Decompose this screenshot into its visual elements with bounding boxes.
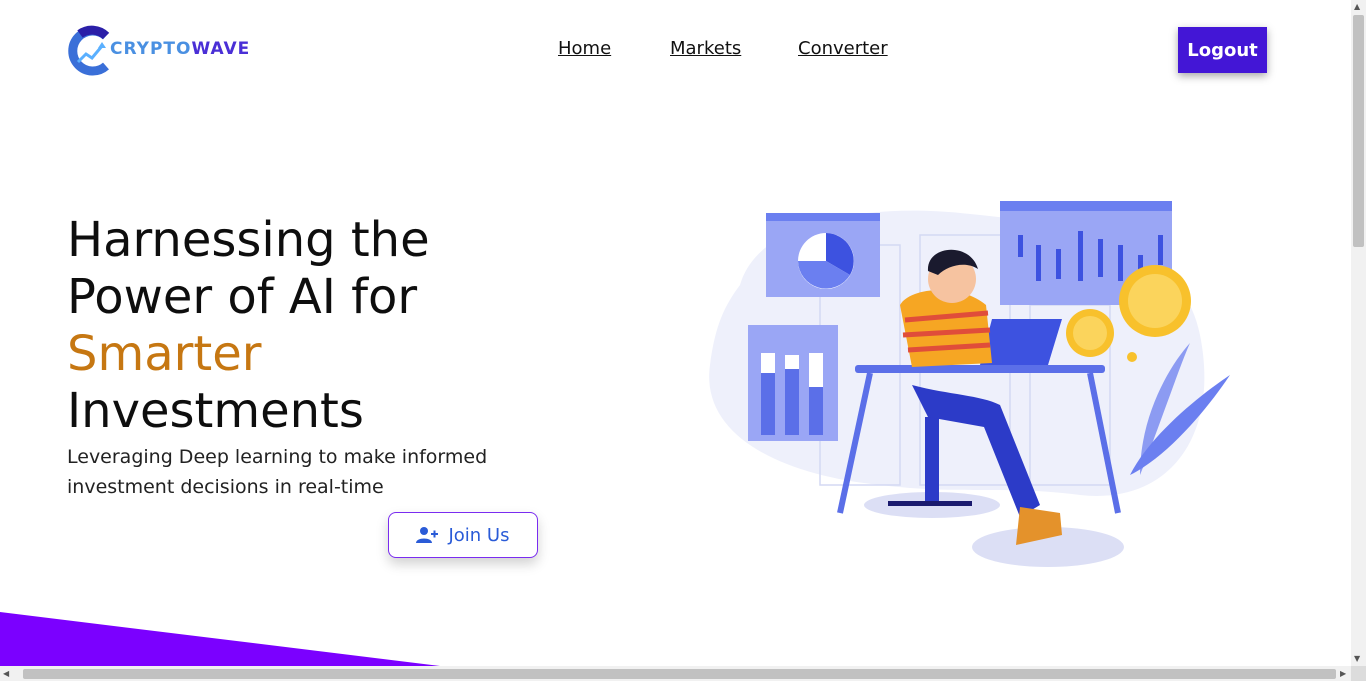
nav-home-link[interactable]: Home (558, 38, 611, 59)
scroll-down-icon[interactable]: ▼ (1354, 654, 1360, 663)
hero-title: Harnessing the Power of AI for Smarter I… (67, 212, 537, 440)
horizontal-scrollbar[interactable]: ◀ ▶ (0, 666, 1351, 681)
nav-markets-link[interactable]: Markets (670, 38, 741, 59)
hero-subtitle: Leveraging Deep learning to make informe… (67, 446, 488, 498)
hero-title-line4: Investments (67, 383, 364, 439)
brand-logo[interactable]: CRYPTOWAVE (68, 24, 278, 76)
scrollbar-corner (1351, 666, 1366, 681)
nav-converter-link[interactable]: Converter (798, 38, 888, 59)
brand-name-part2: WAVE (191, 39, 251, 59)
scroll-up-icon[interactable]: ▲ (1354, 2, 1360, 11)
hero-title-line1: Harnessing the (67, 212, 430, 268)
user-plus-icon (416, 527, 439, 543)
investor-illustration (709, 201, 1230, 567)
site-header: CRYPTOWAVE Home Markets Converter Logout (0, 0, 1351, 100)
scroll-left-icon[interactable]: ◀ (3, 669, 9, 678)
vertical-scroll-thumb[interactable] (1353, 15, 1364, 247)
decorative-wedge (0, 612, 440, 668)
hero-title-accent: Smarter (67, 326, 262, 382)
horizontal-scroll-thumb[interactable] (23, 669, 1336, 679)
scroll-right-icon[interactable]: ▶ (1340, 669, 1346, 678)
vertical-scrollbar[interactable]: ▲ ▼ (1351, 0, 1366, 666)
hero-title-line2: Power of AI for (67, 269, 418, 325)
brand-name: CRYPTOWAVE (110, 39, 250, 59)
logout-button[interactable]: Logout (1178, 27, 1267, 73)
join-us-label: Join Us (448, 524, 510, 546)
brand-name-part1: CRYPTO (110, 39, 192, 59)
crypto-logo-icon (68, 25, 110, 76)
join-us-button[interactable]: Join Us (388, 512, 538, 558)
